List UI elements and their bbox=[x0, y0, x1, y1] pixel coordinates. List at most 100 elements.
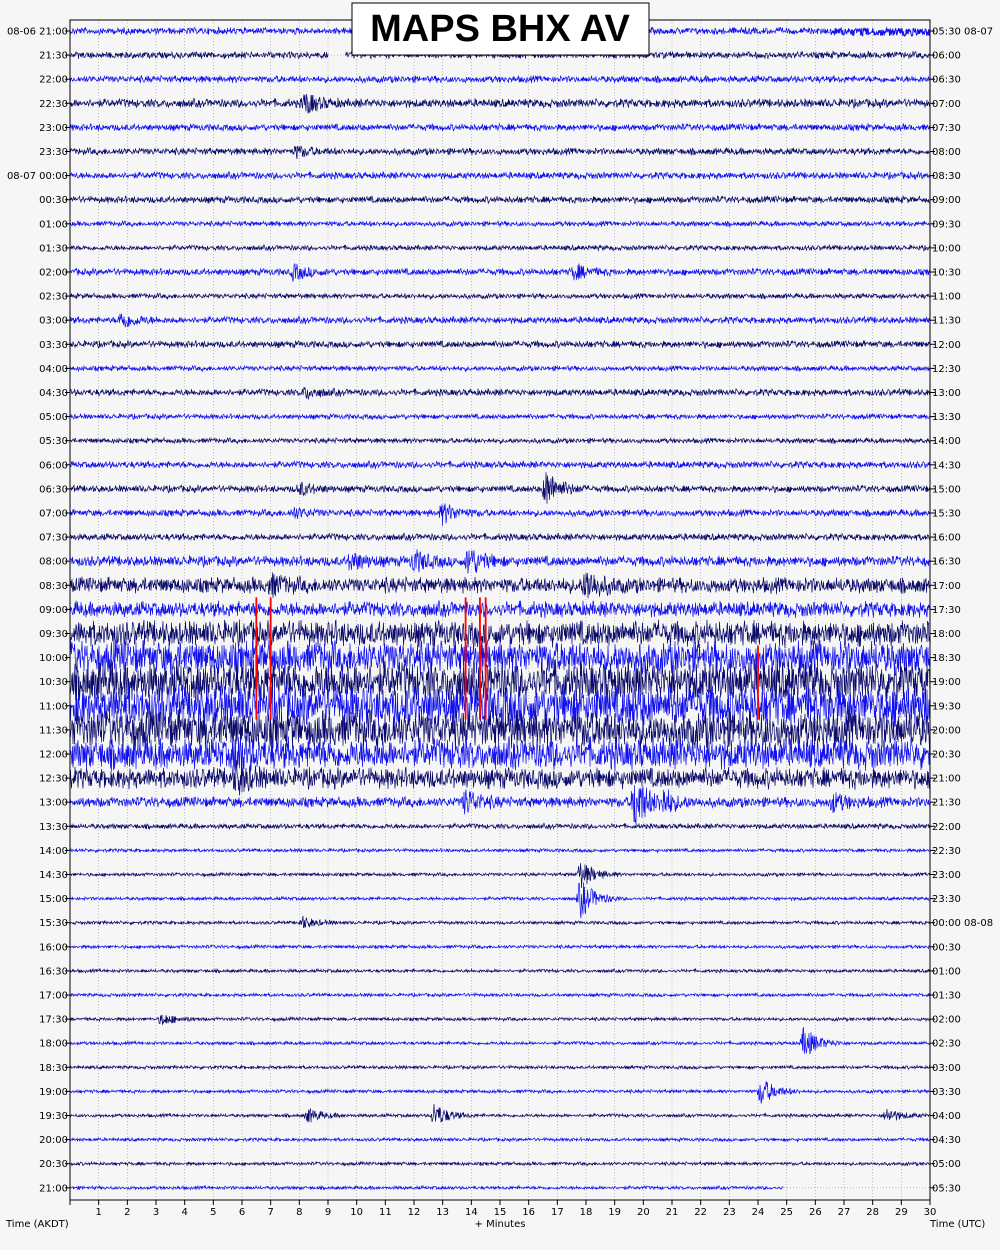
right-time-label: 23:30 bbox=[932, 894, 961, 905]
right-time-label: 20:00 bbox=[932, 725, 961, 736]
x-tick-label: 21 bbox=[666, 1207, 679, 1218]
trace-line bbox=[69, 943, 931, 951]
right-time-label: 19:00 bbox=[932, 677, 961, 688]
right-time-label: 22:00 bbox=[932, 822, 961, 833]
x-tick-label: 28 bbox=[866, 1207, 879, 1218]
right-time-label: 12:30 bbox=[932, 364, 961, 375]
x-tick-label: 17 bbox=[551, 1207, 564, 1218]
right-time-label: 11:00 bbox=[932, 292, 961, 303]
left-time-label: 00:30 bbox=[39, 195, 68, 206]
x-tick-label: 29 bbox=[895, 1207, 908, 1218]
right-time-label: 12:00 bbox=[932, 340, 961, 351]
right-time-label: 18:00 bbox=[932, 629, 961, 640]
left-time-label: 18:00 bbox=[39, 1039, 68, 1050]
right-time-label: 22:30 bbox=[932, 846, 961, 857]
trace-line bbox=[69, 313, 931, 328]
right-time-label: 06:00 bbox=[932, 51, 961, 62]
x-tick-label: 3 bbox=[153, 1207, 159, 1218]
right-time-label: 02:00 bbox=[932, 1015, 961, 1026]
x-tick-label: 16 bbox=[522, 1207, 535, 1218]
left-time-label: 20:30 bbox=[39, 1159, 68, 1170]
left-time-label: 04:30 bbox=[39, 388, 68, 399]
left-time-label: 01:30 bbox=[39, 243, 68, 254]
x-tick-label: 11 bbox=[379, 1207, 392, 1218]
x-tick-label: 30 bbox=[924, 1207, 937, 1218]
left-time-label: 23:00 bbox=[39, 123, 68, 134]
left-time-label: 08-07 00:00 bbox=[7, 171, 68, 182]
x-tick-label: 8 bbox=[296, 1207, 302, 1218]
left-time-label: 23:30 bbox=[39, 147, 68, 158]
left-time-label: 08-06 21:00 bbox=[7, 27, 68, 38]
left-time-label: 12:00 bbox=[39, 750, 68, 761]
left-time-label: 09:30 bbox=[39, 629, 68, 640]
x-tick-label: 9 bbox=[325, 1207, 331, 1218]
left-time-label: 13:00 bbox=[39, 798, 68, 809]
right-time-label: 04:00 bbox=[932, 1111, 961, 1122]
right-time-label: 03:30 bbox=[932, 1087, 961, 1098]
right-time-label: 05:30 08-07 bbox=[932, 27, 993, 38]
x-tick-label: 10 bbox=[350, 1207, 363, 1218]
chart-title-box: MAPS BHX AV bbox=[351, 2, 650, 56]
left-time-label: 09:00 bbox=[39, 605, 68, 616]
right-axis-label: Time (UTC) bbox=[929, 1219, 985, 1230]
left-time-label: 04:00 bbox=[39, 364, 68, 375]
left-time-label: 15:30 bbox=[39, 918, 68, 929]
x-tick-label: 15 bbox=[494, 1207, 507, 1218]
left-time-label: 07:30 bbox=[39, 533, 68, 544]
right-time-label: 21:30 bbox=[932, 798, 961, 809]
left-time-label: 06:30 bbox=[39, 484, 68, 495]
x-tick-label: 19 bbox=[608, 1207, 621, 1218]
right-time-label: 09:00 bbox=[932, 195, 961, 206]
right-time-label: 10:30 bbox=[932, 268, 961, 279]
helicorder-chart: 1 2 3 4 5 6 7 8 9 10 11 12 13 14 15 16 17 18 19 20 21 22 23 24 2… bbox=[5, 2, 993, 1230]
left-time-label: 11:00 bbox=[39, 701, 68, 712]
left-time-label: 05:00 bbox=[39, 412, 68, 423]
x-tick-label: 1 bbox=[95, 1207, 101, 1218]
right-time-label: 00:30 bbox=[932, 942, 961, 953]
right-time-label: 07:30 bbox=[932, 123, 961, 134]
left-time-label: 07:00 bbox=[39, 509, 68, 520]
left-time-label: 11:30 bbox=[39, 725, 68, 736]
x-tick-label: 27 bbox=[838, 1207, 851, 1218]
right-time-label: 14:30 bbox=[932, 460, 961, 471]
right-time-label: 23:00 bbox=[932, 870, 961, 881]
left-time-label: 02:30 bbox=[39, 292, 68, 303]
x-tick-label: 4 bbox=[181, 1207, 187, 1218]
x-tick-label: 2 bbox=[124, 1207, 130, 1218]
trace-line bbox=[69, 760, 931, 796]
right-time-label: 16:00 bbox=[932, 533, 961, 544]
left-time-label: 05:30 bbox=[39, 436, 68, 447]
trace-line bbox=[69, 1081, 931, 1105]
right-time-label: 08:30 bbox=[932, 171, 961, 182]
right-time-label: 05:30 bbox=[932, 1183, 961, 1194]
trace-line bbox=[69, 387, 931, 401]
left-time-label: 03:30 bbox=[39, 340, 68, 351]
left-time-label: 19:30 bbox=[39, 1111, 68, 1122]
x-tick-label: 24 bbox=[752, 1207, 765, 1218]
right-time-label: 01:30 bbox=[932, 991, 961, 1002]
left-time-label: 01:00 bbox=[39, 219, 68, 230]
left-time-label: 14:00 bbox=[39, 846, 68, 857]
left-time-label: 21:00 bbox=[39, 1183, 68, 1194]
trace-line bbox=[69, 572, 931, 599]
left-time-label: 10:30 bbox=[39, 677, 68, 688]
x-tick-label: 6 bbox=[239, 1207, 245, 1218]
right-time-label: 11:30 bbox=[932, 316, 961, 327]
trace-line bbox=[69, 1064, 931, 1071]
right-time-label: 01:00 bbox=[932, 966, 961, 977]
right-time-label: 03:00 bbox=[932, 1063, 961, 1074]
x-axis-label: + Minutes bbox=[475, 1219, 526, 1230]
right-time-label: 20:30 bbox=[932, 750, 961, 761]
right-time-label: 15:30 bbox=[932, 509, 961, 520]
right-time-label: 19:30 bbox=[932, 701, 961, 712]
right-time-label: 05:00 bbox=[932, 1159, 961, 1170]
left-time-label: 15:00 bbox=[39, 894, 68, 905]
right-time-label: 04:30 bbox=[932, 1135, 961, 1146]
trace-line bbox=[69, 1136, 931, 1143]
x-tick-label: 18 bbox=[580, 1207, 593, 1218]
chart-title: MAPS BHX AV bbox=[370, 8, 630, 50]
x-tick-label: 12 bbox=[408, 1207, 421, 1218]
left-time-label: 14:30 bbox=[39, 870, 68, 881]
right-time-label: 06:30 bbox=[932, 75, 961, 86]
right-time-label: 15:00 bbox=[932, 484, 961, 495]
